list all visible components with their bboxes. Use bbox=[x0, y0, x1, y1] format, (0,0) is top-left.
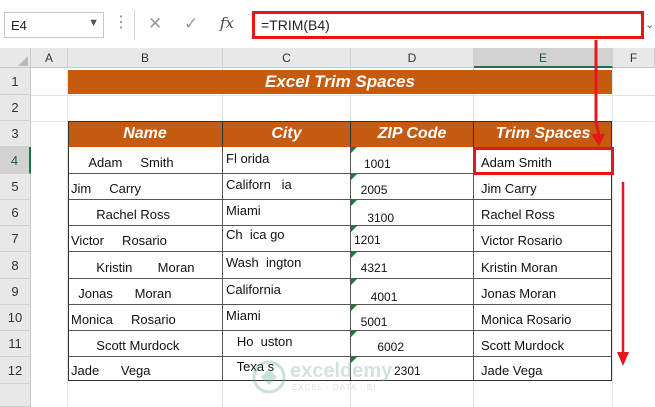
annotation-arrows bbox=[591, 40, 629, 366]
fill-down-arrow-head bbox=[617, 352, 629, 366]
formula-arrow-head bbox=[591, 134, 605, 146]
exceldemy-logo-icon bbox=[252, 360, 286, 394]
watermark-name: exceldemy bbox=[290, 360, 393, 382]
watermark-tagline: EXCEL · DATA · BI bbox=[292, 383, 377, 392]
formula-arrow-line bbox=[594, 40, 602, 141]
watermark: exceldemy EXCEL · DATA · BI bbox=[250, 358, 440, 398]
